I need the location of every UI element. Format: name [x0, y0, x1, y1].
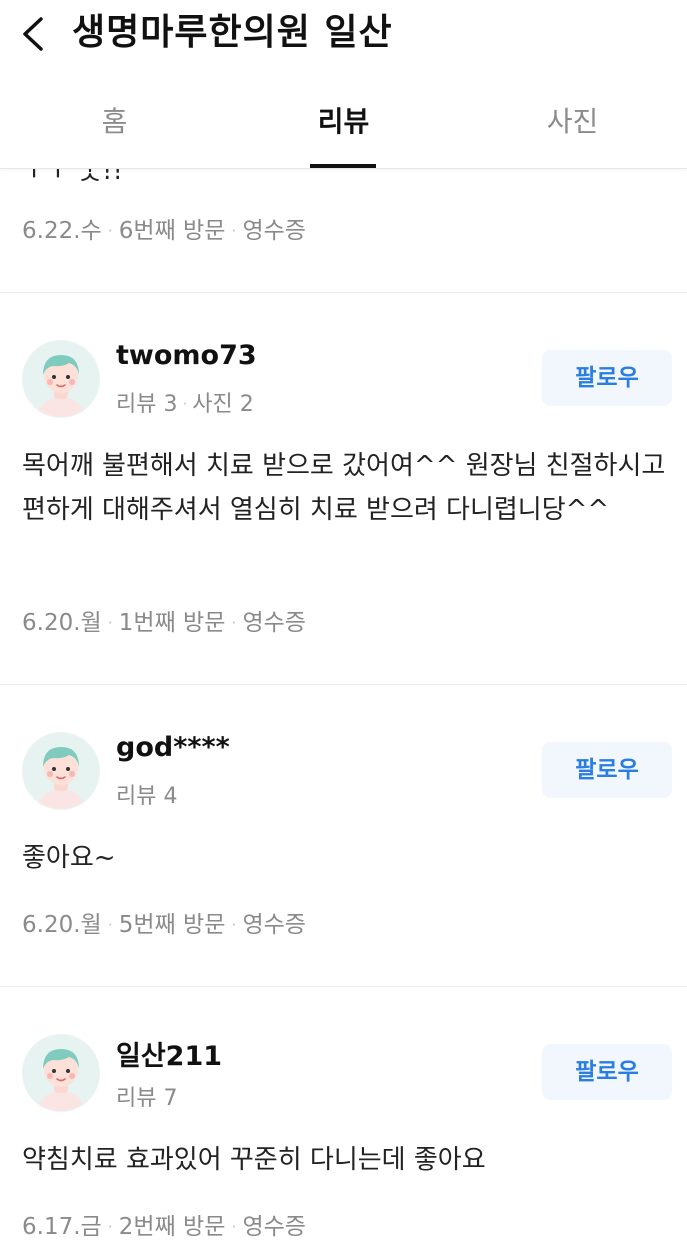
default-avatar-icon [23, 341, 99, 417]
tab-bar: 홈 리뷰 사진 [0, 70, 687, 169]
visit-count: 6번째 방문 [118, 218, 226, 244]
reviewer-stats: 리뷰 7 [116, 1080, 177, 1112]
tab-reviews[interactable]: 리뷰 [229, 70, 458, 168]
review-meta: 6.22.수 · 6번째 방문 · 영수증 [22, 218, 306, 244]
default-avatar-icon [23, 733, 99, 809]
review-text: 목어깨 불편해서 치료 받으로 갔어여^^ 원장님 친절하시고 편하게 대해주셔… [22, 451, 666, 525]
reviewer-stats: 리뷰 4 [116, 778, 177, 810]
review-text: 약침치료 효과있어 꾸준히 다니는데 좋아요 [22, 1145, 486, 1175]
review-date: 6.20.월 [22, 610, 102, 636]
active-tab-indicator [310, 164, 376, 168]
reviewer-nickname[interactable]: twomo73 [116, 340, 257, 371]
divider [0, 292, 687, 293]
review-count: 리뷰 3 [116, 392, 178, 417]
divider [0, 684, 687, 685]
follow-button[interactable]: 팔로우 [542, 1044, 672, 1100]
receipt-badge: 영수증 [242, 218, 306, 244]
chevron-left-icon [23, 17, 43, 51]
follow-button[interactable]: 팔로우 [542, 742, 672, 798]
tab-home[interactable]: 홈 [0, 70, 229, 168]
receipt-badge: 영수증 [242, 610, 306, 636]
review-text: 좋아요~ [22, 843, 116, 873]
default-avatar-icon [23, 1035, 99, 1111]
photo-count: 사진 2 [192, 392, 254, 417]
review-count: 리뷰 4 [116, 784, 178, 809]
review-meta: 6.20.월 · 5번째 방문 · 영수증 [22, 912, 306, 938]
review-date: 6.22.수 [22, 218, 102, 244]
back-button[interactable] [14, 14, 54, 54]
tab-photos[interactable]: 사진 [458, 70, 687, 168]
top-app-bar: 생명마루한의원 일산 [0, 0, 687, 70]
page-title: 생명마루한의원 일산 [72, 12, 393, 53]
review-meta: 6.17.금 · 2번째 방문 · 영수증 [22, 1214, 306, 1240]
review-date: 6.17.금 [22, 1214, 102, 1240]
divider [0, 986, 687, 987]
visit-count: 1번째 방문 [118, 610, 226, 636]
avatar[interactable] [22, 1034, 100, 1112]
visit-count: 2번째 방문 [118, 1214, 226, 1240]
reviewer-nickname[interactable]: god**** [116, 732, 230, 763]
receipt-badge: 영수증 [242, 912, 306, 938]
reviewer-nickname[interactable]: 일산211 [116, 1034, 222, 1073]
reviewer-stats: 리뷰 3 · 사진 2 [116, 392, 254, 417]
review-date: 6.20.월 [22, 912, 102, 938]
avatar[interactable] [22, 340, 100, 418]
review-count: 리뷰 7 [116, 1086, 178, 1111]
visit-count: 5번째 방문 [118, 912, 226, 938]
follow-button[interactable]: 팔로우 [542, 350, 672, 406]
receipt-badge: 영수증 [242, 1214, 306, 1240]
review-meta: 6.20.월 · 1번째 방문 · 영수증 [22, 610, 306, 636]
avatar[interactable] [22, 732, 100, 810]
